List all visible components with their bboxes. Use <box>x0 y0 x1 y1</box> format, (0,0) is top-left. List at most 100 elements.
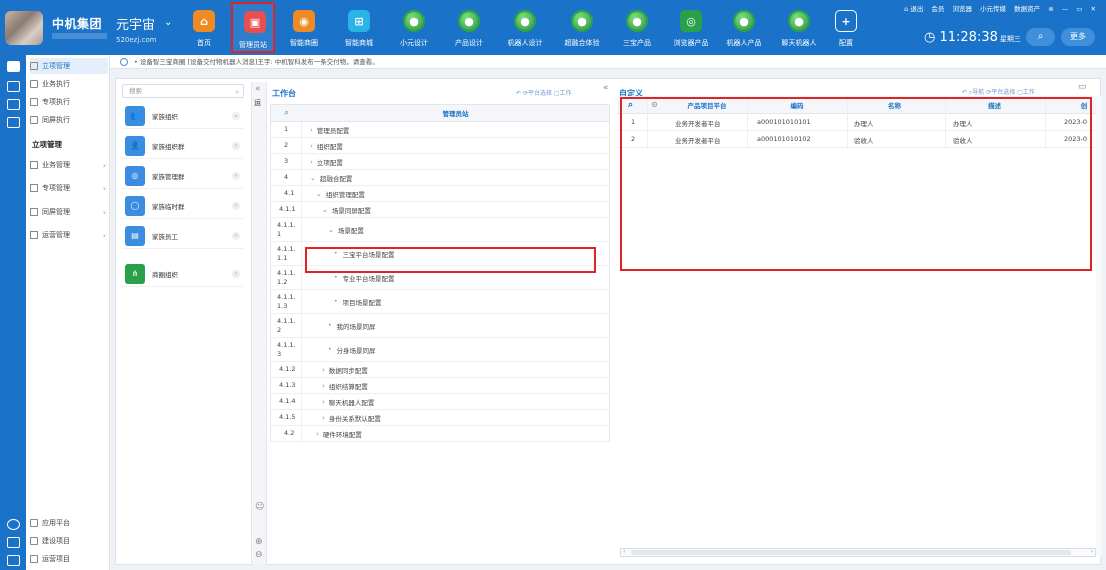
chevron-down-icon[interactable]: ⌄ <box>316 190 322 198</box>
expand-icon[interactable]: ▭ <box>1078 82 1087 92</box>
sidebar-item-special[interactable]: 专项执行 <box>30 94 108 110</box>
platform-select-link[interactable]: ⟳平台选择 <box>986 89 1015 96</box>
collapse-icon[interactable]: « <box>255 84 261 94</box>
collapse-icon[interactable]: « <box>603 83 609 93</box>
chevron-right-icon[interactable]: › <box>322 382 325 390</box>
build-icon[interactable] <box>7 537 20 548</box>
chevron-right-icon[interactable]: › <box>316 430 319 438</box>
platform-select-link[interactable]: ⟳平台选择 <box>523 90 552 97</box>
tree-row[interactable]: 3 › 立项配置 <box>270 154 610 170</box>
tree-row[interactable]: 4.1.1.3 • 分身场景同屏 <box>270 338 610 362</box>
close-icon[interactable]: ✕ <box>1091 5 1096 13</box>
member-link[interactable]: 会员 <box>931 5 944 13</box>
monitor-icon[interactable] <box>7 99 20 110</box>
nav-2[interactable]: ▣ 管理员站 <box>231 2 275 53</box>
logout-link[interactable]: ⌂ 退出 <box>904 5 923 13</box>
chevron-right-icon[interactable]: › <box>310 158 313 166</box>
bullet-icon[interactable]: • <box>328 346 332 353</box>
chevron-right-icon[interactable]: › <box>310 142 313 150</box>
org-item[interactable]: ▤ 家族员工 › <box>122 223 244 249</box>
nav-10[interactable]: ◎ 浏览器产品 <box>663 0 719 55</box>
nav-11[interactable]: ● 机器人产品 <box>716 0 772 55</box>
bullet-icon[interactable]: • <box>328 322 332 329</box>
search-button[interactable]: ⌕ <box>1026 28 1055 46</box>
avatar[interactable] <box>5 11 43 45</box>
org-item[interactable]: ◎ 家族管理群 › <box>122 163 244 189</box>
tree-row[interactable]: 4.1 ⌄ 组织管理配置 <box>270 186 610 202</box>
chevron-right-icon[interactable]: › <box>232 201 240 210</box>
org-item[interactable]: ◯ 家族临时群 › <box>122 193 244 219</box>
nav-8[interactable]: ● 超融合体验 <box>554 0 610 55</box>
work-link[interactable]: ▢工作 <box>554 90 572 97</box>
zoom-out-icon[interactable]: ⊖ <box>255 550 263 560</box>
bullet-icon[interactable]: • <box>334 298 338 305</box>
nav-9[interactable]: ● 三宝产品 <box>609 0 665 55</box>
nav-6[interactable]: ● 产品设计 <box>441 0 497 55</box>
tree-row[interactable]: 1 › 管理员配置 <box>270 122 610 138</box>
chevron-down-icon[interactable]: ⌄ <box>310 174 316 182</box>
tree-row[interactable]: 4.1.3 › 组织结算配置 <box>270 378 610 394</box>
bullet-icon[interactable]: • <box>334 274 338 281</box>
sidebar-item-sync[interactable]: 同屏执行 <box>30 112 108 128</box>
briefcase-icon[interactable] <box>7 61 20 72</box>
screen-icon[interactable] <box>7 117 20 128</box>
org-item[interactable]: ⋔ 商圈组织 › <box>122 261 244 287</box>
tree-row[interactable]: 4.1.4 › 聊天机器人配置 <box>270 394 610 410</box>
back-icon[interactable]: ↶ <box>516 90 523 97</box>
tree-row[interactable]: 4.2 › 硬件环境配置 <box>270 426 610 442</box>
brand-name[interactable]: 元宇宙 <box>116 14 155 33</box>
sidebar-item-app-platform[interactable]: 应用平台 <box>30 515 108 531</box>
tree-row[interactable]: 4.1.2 › 数据同步配置 <box>270 362 610 378</box>
nav-5[interactable]: ● 小元设计 <box>386 0 442 55</box>
nav-3[interactable]: ◉ 智能商圈 <box>276 0 332 55</box>
restore-icon[interactable]: ▭ <box>1076 5 1082 13</box>
tree-row[interactable]: 4.1.1.1.3 • 项目场景配置 <box>270 290 610 314</box>
chevron-right-icon[interactable]: › <box>310 126 313 134</box>
sidebar-item-operate[interactable]: 运营项目 <box>30 551 108 567</box>
sidebar-group-sync[interactable]: 同屏管理 › <box>30 203 108 221</box>
chevron-down-icon[interactable]: ⌄ <box>322 206 328 214</box>
chevron-right-icon[interactable]: › <box>232 269 240 278</box>
minimize-icon[interactable]: — <box>1062 5 1069 13</box>
nav-13[interactable]: + 配置 <box>818 0 874 55</box>
sidebar-group-business[interactable]: 业务管理 › <box>30 156 108 174</box>
notice-text[interactable]: • 设备智三宝商圈 [设备交付物机器人消息]王宇: 中机智科发布一条交付物，请查… <box>134 58 379 66</box>
smile-icon[interactable]: ☺ <box>255 502 264 512</box>
nav-link[interactable]: ↶ ⌕导航 <box>962 89 984 96</box>
chevron-right-icon[interactable]: › <box>322 366 325 374</box>
nav-1[interactable]: ⌂ 首页 <box>176 0 232 55</box>
vertical-scrollbar[interactable] <box>1096 96 1102 556</box>
chevron-right-icon[interactable]: › <box>232 231 240 240</box>
tree-row[interactable]: 2 › 组织配置 <box>270 138 610 154</box>
search-icon[interactable]: ⌕ <box>271 108 302 118</box>
horizontal-scrollbar[interactable]: ‹ › <box>620 548 1096 557</box>
chevron-right-icon[interactable]: › <box>232 171 240 180</box>
chevron-down-icon[interactable]: ⌄ <box>164 17 172 28</box>
data-assets-link[interactable]: 数据资产 <box>1014 5 1040 13</box>
tree-row[interactable]: 4.1.1 ⌄ 场景同屏配置 <box>270 202 610 218</box>
chevron-right-icon[interactable]: › <box>322 414 325 422</box>
nav-4[interactable]: ⊞ 智能商城 <box>331 0 387 55</box>
browser-link[interactable]: 浏览器 <box>952 5 972 13</box>
chevron-right-icon[interactable]: › <box>232 141 240 150</box>
settings-icon[interactable]: ⊚ <box>1048 5 1053 13</box>
tree-row[interactable]: 4 ⌄ 超融合配置 <box>270 170 610 186</box>
zoom-in-icon[interactable]: ⊕ <box>255 537 263 547</box>
chevron-right-icon[interactable]: › <box>322 398 325 406</box>
operate-icon[interactable] <box>7 555 20 566</box>
more-button[interactable]: 更多 <box>1061 28 1095 46</box>
chevron-right-icon[interactable]: ⌄ <box>232 111 240 120</box>
sidebar-group-special[interactable]: 专项管理 › <box>30 179 108 197</box>
org-item[interactable]: 👤 家族组织群 › <box>122 133 244 159</box>
nav-7[interactable]: ● 机器人设计 <box>497 0 553 55</box>
document-icon[interactable] <box>7 81 20 92</box>
media-link[interactable]: 小元传媒 <box>980 5 1006 13</box>
sidebar-group-operate[interactable]: 运营管理 › <box>30 226 108 244</box>
platform-icon[interactable] <box>7 519 20 530</box>
tree-row[interactable]: 4.1.1.1 ⌄ 场景配置 <box>270 218 610 242</box>
tree-row[interactable]: 4.1.1.2 • 我的场景同屏 <box>270 314 610 338</box>
sidebar-item-project[interactable]: 立项管理 <box>30 58 108 74</box>
sidebar-item-business[interactable]: 业务执行 <box>30 76 108 92</box>
org-search-input[interactable]: 搜索 ⌕ <box>122 84 244 98</box>
sidebar-item-build[interactable]: 建设项目 <box>30 533 108 549</box>
